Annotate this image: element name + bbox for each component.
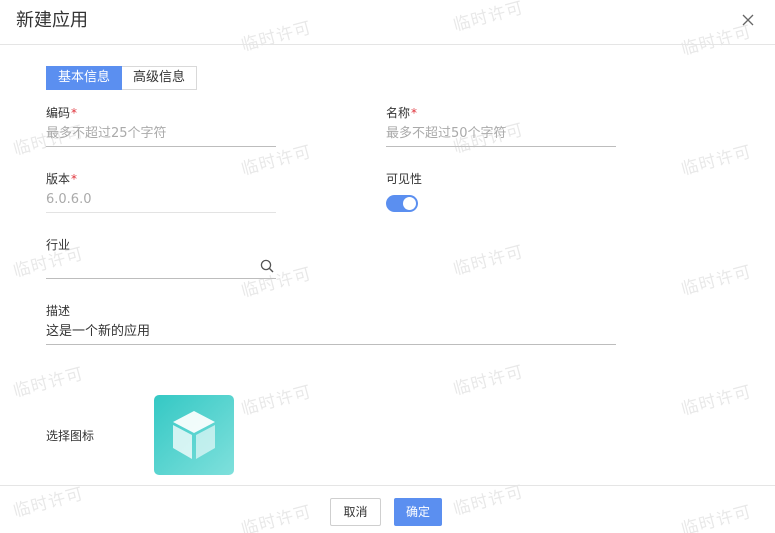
visibility-toggle[interactable] <box>386 195 418 212</box>
version-input: 6.0.6.0 <box>46 189 276 213</box>
tab-advanced-info[interactable]: 高级信息 <box>122 66 198 90</box>
watermark: 临时许可 <box>679 381 755 420</box>
required-mark: * <box>71 172 78 186</box>
dialog-title: 新建应用 <box>16 10 88 31</box>
new-app-dialog: 临时许可 临时许可 临时许可 临时许可 临时许可 临时许可 临时许可 临时许可 … <box>0 0 775 533</box>
description-label: 描述 <box>46 304 71 318</box>
industry-input[interactable] <box>46 255 276 279</box>
close-icon[interactable] <box>739 11 757 29</box>
code-label: 编码* <box>46 106 78 120</box>
confirm-button[interactable]: 确定 <box>394 498 442 526</box>
description-field: 描述 这是一个新的应用 <box>46 304 616 346</box>
watermark: 临时许可 <box>239 381 315 420</box>
name-label: 名称* <box>386 106 418 120</box>
watermark: 临时许可 <box>451 361 527 400</box>
dialog-footer: 取消 确定 <box>0 485 775 533</box>
code-field: 编码* 最多不超过25个字符 <box>46 106 276 148</box>
cancel-button[interactable]: 取消 <box>330 498 381 526</box>
cube-icon <box>173 411 215 459</box>
toggle-knob <box>403 197 416 210</box>
visibility-field: 可见性 <box>386 172 486 214</box>
version-label: 版本* <box>46 172 78 186</box>
name-input[interactable]: 最多不超过50个字符 <box>386 123 616 147</box>
watermark: 临时许可 <box>679 141 755 180</box>
dialog-header: 新建应用 <box>0 0 775 45</box>
industry-label: 行业 <box>46 238 71 252</box>
description-input[interactable]: 这是一个新的应用 <box>46 321 616 345</box>
code-input[interactable]: 最多不超过25个字符 <box>46 123 276 147</box>
required-mark: * <box>71 106 78 120</box>
search-icon[interactable] <box>260 259 274 273</box>
tab-bar: 基本信息 高级信息 <box>46 66 198 90</box>
icon-label: 选择图标 <box>46 429 95 443</box>
watermark: 临时许可 <box>11 363 87 402</box>
industry-field: 行业 <box>46 238 276 280</box>
app-icon-picker[interactable] <box>154 395 234 475</box>
required-mark: * <box>411 106 418 120</box>
tab-basic-info[interactable]: 基本信息 <box>46 66 123 90</box>
watermark: 临时许可 <box>451 241 527 280</box>
watermark: 临时许可 <box>679 261 755 300</box>
version-field: 版本* 6.0.6.0 <box>46 172 276 214</box>
name-field: 名称* 最多不超过50个字符 <box>386 106 616 148</box>
visibility-label: 可见性 <box>386 172 423 186</box>
